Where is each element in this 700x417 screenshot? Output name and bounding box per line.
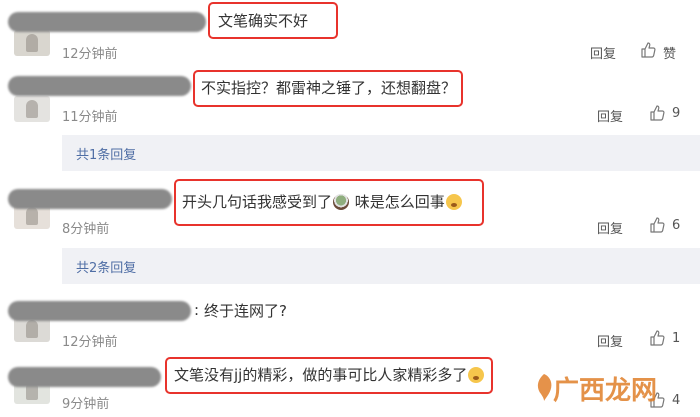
comment-text-part-1: 文笔没有jj的精彩，做的事可比人家精彩多了: [174, 366, 468, 384]
reply-button[interactable]: 回复: [590, 43, 616, 62]
watermark-text: 广西龙网: [553, 376, 658, 406]
avatar[interactable]: [14, 30, 50, 56]
username-blurred[interactable]: [8, 367, 161, 387]
sweat-face-emoji: [468, 367, 485, 383]
like-count[interactable]: 6: [672, 218, 680, 233]
avatar-figure: [26, 100, 38, 118]
comment-text: 开头几句话我感受到了 味是怎么回事: [182, 192, 463, 212]
bowl-emoji: [333, 194, 350, 210]
comment-text: 不实指控？都雷神之锤了，还想翻盘？: [201, 79, 457, 97]
like-count[interactable]: 1: [672, 331, 680, 346]
comment-text: 终于连网了?: [204, 302, 287, 320]
username-blurred[interactable]: [8, 76, 191, 96]
avatar-figure: [26, 320, 38, 338]
avatar[interactable]: [14, 96, 50, 122]
colon: :: [194, 301, 200, 319]
reply-button[interactable]: 回复: [597, 218, 623, 237]
username-blurred[interactable]: [8, 301, 191, 321]
watermark-logo-icon: [537, 374, 552, 401]
more-replies-panel[interactable]: 共2条回复: [62, 248, 700, 284]
username-blurred[interactable]: [8, 12, 206, 32]
like-count[interactable]: 赞: [663, 43, 676, 62]
thumbs-up-icon[interactable]: [649, 105, 665, 121]
avatar-figure: [26, 34, 38, 52]
comment-text: 文笔没有jj的精彩，做的事可比人家精彩多了: [174, 365, 485, 385]
more-replies-panel[interactable]: 共1条回复: [62, 135, 700, 171]
confused-face-emoji: [445, 194, 462, 210]
comment-text-part-2: 味是怎么回事: [350, 193, 445, 211]
comment-text-part-1: 开头几句话我感受到了: [182, 193, 333, 211]
thumbs-up-icon[interactable]: [649, 217, 665, 233]
username-blurred[interactable]: [8, 189, 172, 209]
like-count[interactable]: 4: [672, 393, 680, 408]
comment-text: 文笔确实不好: [218, 12, 309, 30]
comment-time: 11分钟前: [62, 110, 118, 125]
comment-time: 12分钟前: [62, 47, 118, 62]
more-replies-link[interactable]: 共1条回复: [76, 144, 136, 163]
like-count[interactable]: 9: [672, 106, 680, 121]
reply-button[interactable]: 回复: [597, 106, 623, 125]
comment-time: 9分钟前: [62, 397, 110, 412]
more-replies-link[interactable]: 共2条回复: [76, 257, 136, 276]
comment-time: 12分钟前: [62, 335, 118, 350]
avatar-figure: [26, 207, 38, 225]
thumbs-up-icon[interactable]: [640, 42, 656, 58]
thumbs-up-icon[interactable]: [649, 330, 665, 346]
comment-time: 8分钟前: [62, 222, 110, 237]
reply-button[interactable]: 回复: [597, 331, 623, 350]
